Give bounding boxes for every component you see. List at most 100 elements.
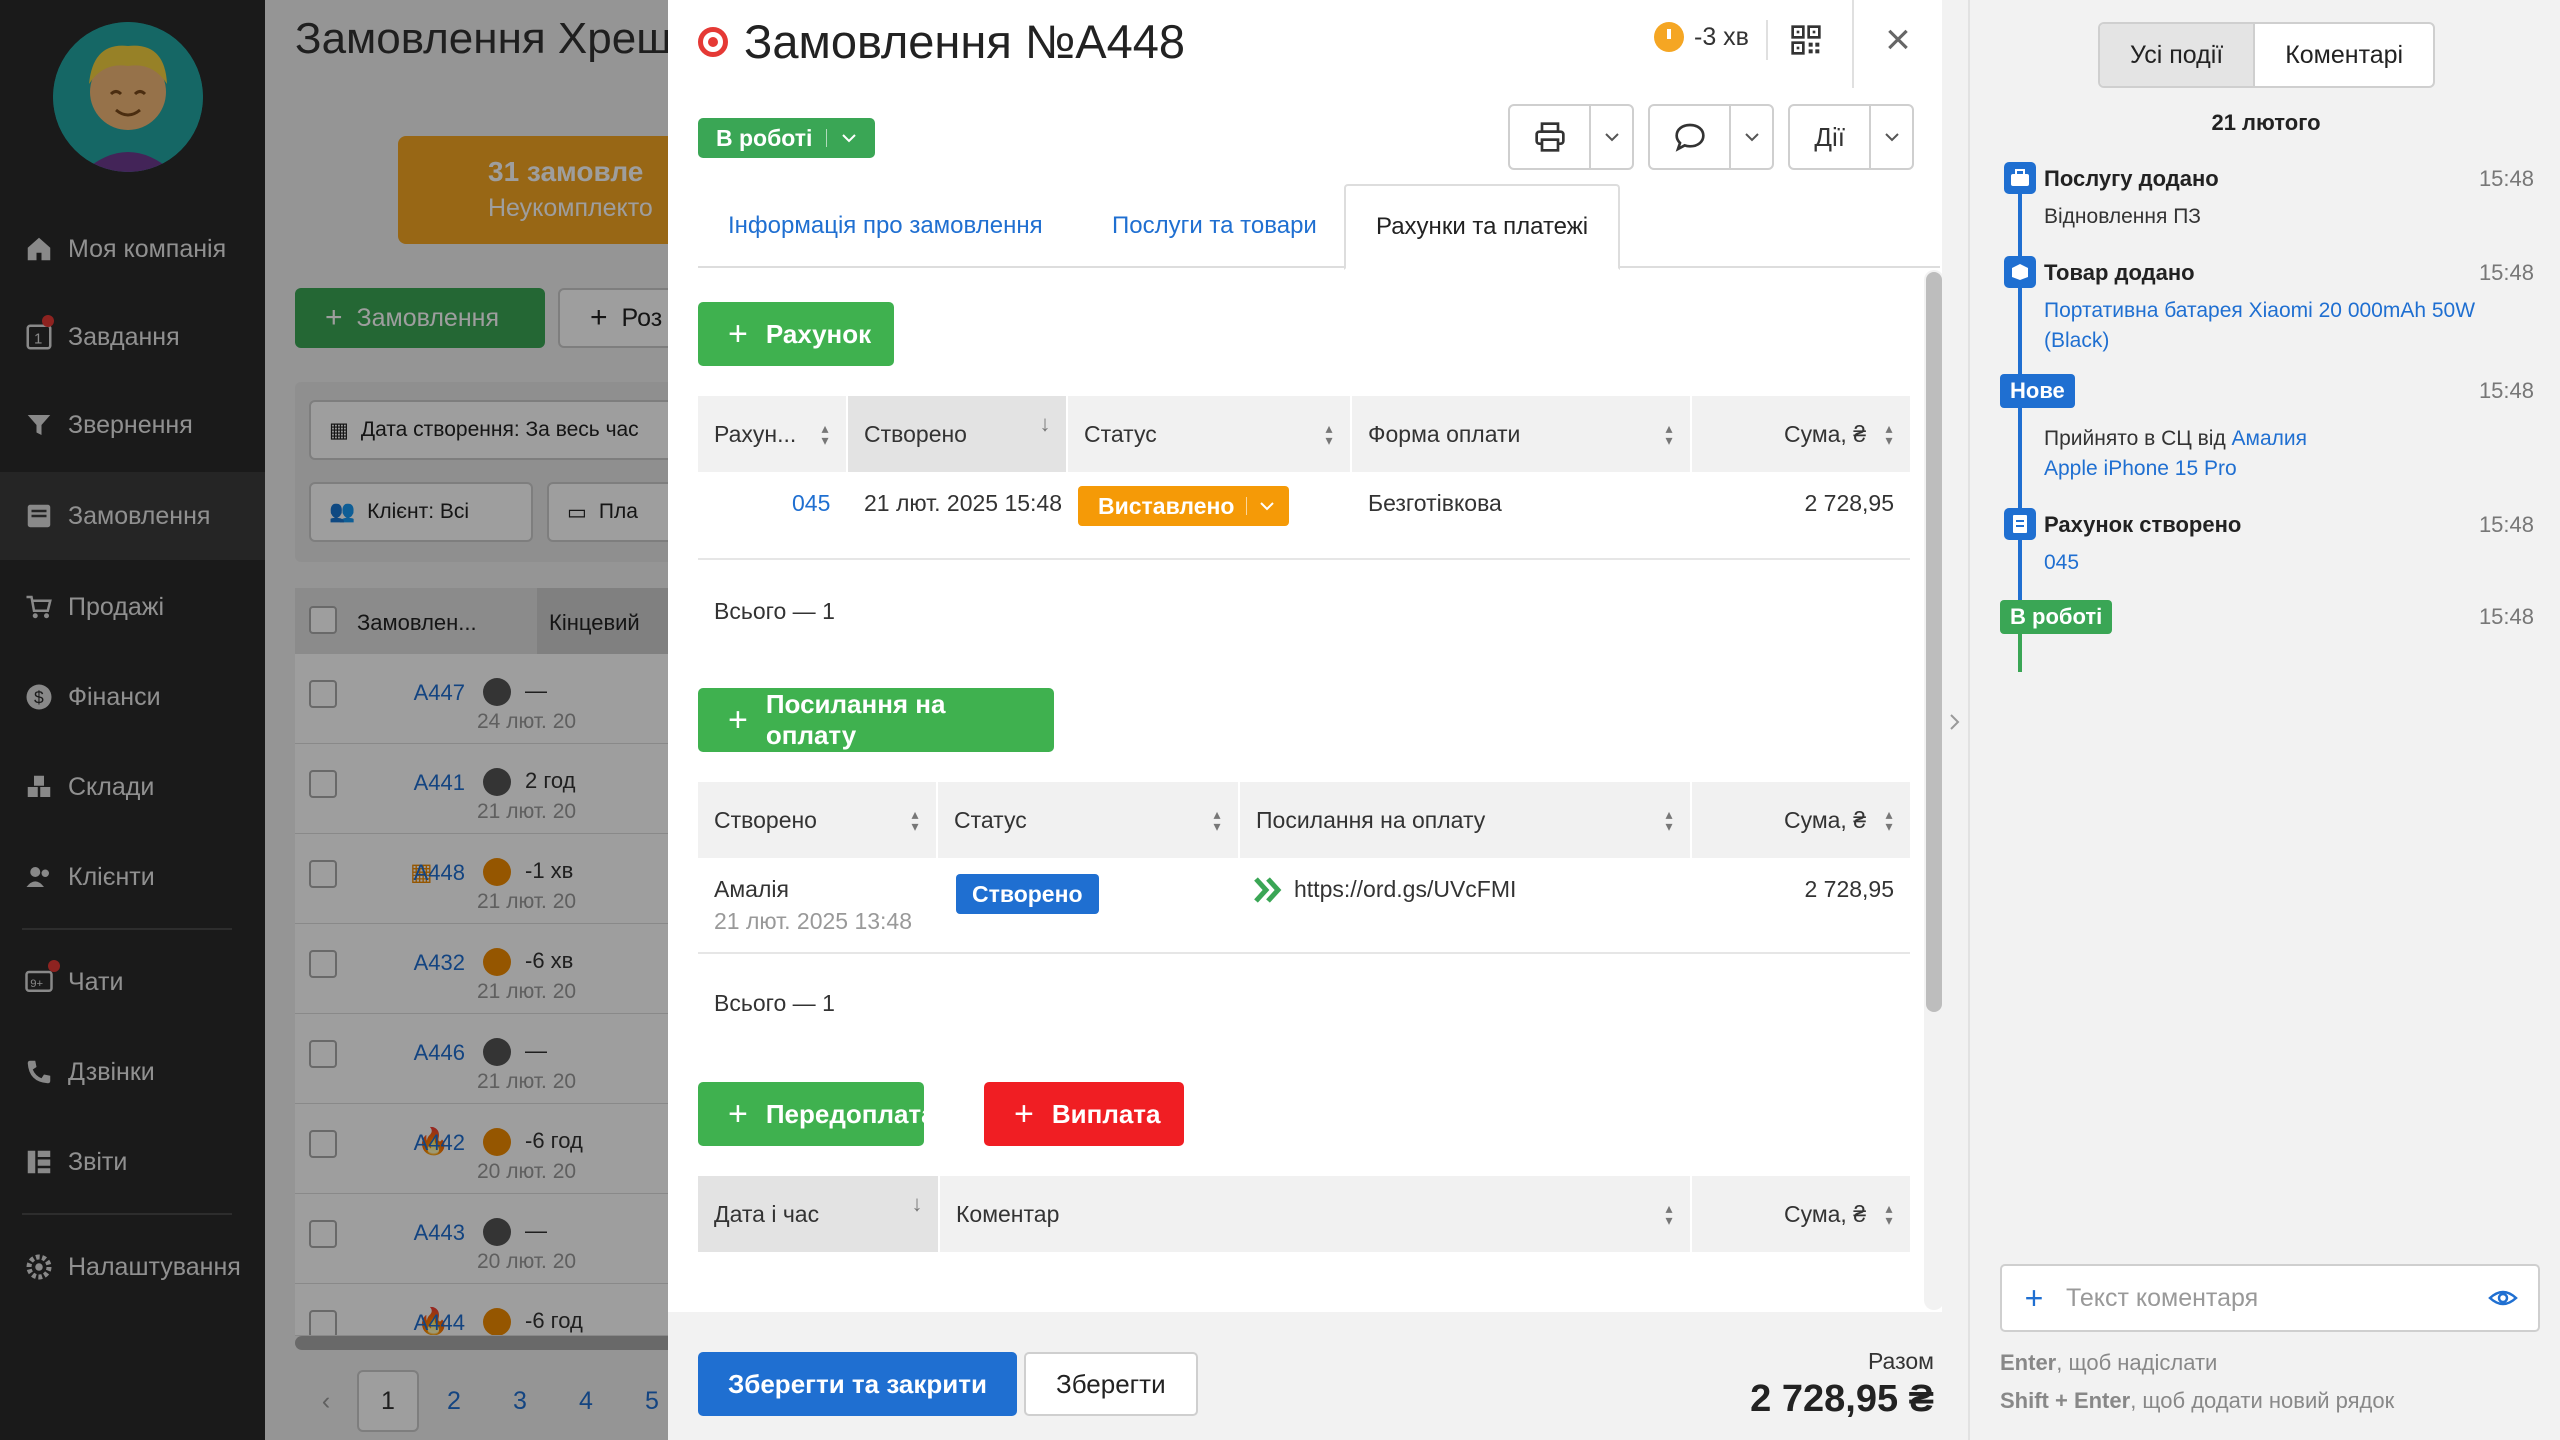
column-created[interactable]: Створено ↓ [848,396,1066,472]
invoice-created: 21 лют. 2025 15:48 [864,490,1063,516]
column-label: Посилання на оплату [1256,806,1486,833]
prepayment-button[interactable]: + Передоплата [698,1082,936,1146]
column-payment-link[interactable]: Посилання на оплату ▴ ▾ [1240,782,1690,858]
hint-key: Enter [2000,1350,2057,1375]
column-label: Створено [714,806,817,833]
add-payment-link-button[interactable]: + Посилання на оплату [698,688,1054,752]
tab-comments[interactable]: Коментарі [2255,24,2433,86]
plus-icon: + [1014,1094,1034,1133]
tabs: Інформація про замовлення Послуги та тов… [698,184,1940,270]
product-link[interactable]: Портативна батарея Xiaomi 20 000mAh 50W … [2044,296,2524,356]
payments-table: Дата і час ↓ Коментар ▴ ▾ Сума, ₴ ▴ ▾ [698,1176,1910,1256]
scrollbar-thumb[interactable] [1926,272,1942,1012]
send-hint: Enter, щоб надіслати [2000,1350,2217,1376]
total-label: Разом [1867,1348,1934,1374]
modal-title: Замовлення №A448 [744,15,1186,68]
hint-text: , щоб додати новий рядок [2130,1388,2395,1413]
modal-backdrop[interactable] [0,0,668,1440]
column-created[interactable]: Створено ▴ ▾ [698,782,936,858]
link-sum: 2 728,95 [1804,876,1894,902]
printer-icon [1510,106,1589,168]
hint-key: Shift + Enter [2000,1388,2131,1413]
invoice-payment-form: Безготівкова [1368,490,1502,516]
invoice-status-dropdown[interactable]: Виставлено [1078,486,1290,526]
column-label: Рахун... [714,420,797,447]
hint-text: , щоб надіслати [2056,1350,2218,1375]
event-time: 15:48 [2478,260,2534,285]
invoice-link[interactable]: 045 [2044,548,2524,578]
status-dropdown[interactable]: В роботі [698,118,876,158]
add-invoice-label: Рахунок [765,318,872,349]
box-icon [2004,256,2036,288]
tab-services-products[interactable]: Послуги та товари [1082,184,1347,268]
clock-icon [1654,22,1684,52]
newline-hint: Shift + Enter, щоб додати новий рядок [2000,1388,2394,1414]
column-label: Дата і час [714,1200,820,1227]
event-time: 15:48 [2478,378,2534,403]
column-comment[interactable]: Коментар ▴ ▾ [940,1176,1690,1252]
event-time: 15:48 [2478,604,2534,629]
event-time: 15:48 [2478,512,2534,537]
comment-box: + [2000,1264,2540,1332]
comment-input[interactable] [2066,1283,2486,1313]
device-link[interactable]: Apple iPhone 15 Pro [2044,457,2237,480]
column-datetime[interactable]: Дата і час ↓ [698,1176,938,1252]
divider [1766,20,1768,60]
payment-links-table: Створено ▴ ▾ Статус ▴ ▾ Посилання на оплат… [698,782,1910,958]
payment-link-url[interactable]: https://ord.gs/UVcFMI [1294,876,1516,903]
invoices-table: Рахун... ▴ ▾ Створено ↓ Статус ▴ ▾ Форма о… [698,396,1910,586]
column-status[interactable]: Статус ▴ ▾ [938,782,1238,858]
column-sum[interactable]: Сума, ₴ ▴ ▾ [1692,782,1910,858]
modal-footer: Зберегти та закрити Зберегти Разом 2 728… [668,1312,1968,1440]
add-invoice-button[interactable]: + Рахунок [698,302,894,366]
chevron-down-icon [1260,502,1275,511]
qr-code-icon[interactable] [1790,24,1822,56]
column-label: Коментар [956,1200,1060,1227]
divider [1852,0,1854,88]
message-button[interactable] [1648,104,1774,170]
timer: -3 хв [1654,22,1749,52]
invoice-number-link[interactable]: 045 [792,490,830,517]
plus-icon[interactable]: + [2002,1280,2066,1317]
event-text-prefix: Прийнято в СЦ від [2044,427,2226,450]
event-text: Відновлення ПЗ [2044,205,2201,228]
save-button[interactable]: Зберегти [1024,1352,1198,1416]
payout-label: Виплата [1051,1098,1161,1129]
row-divider [698,952,1910,954]
close-icon[interactable]: × [1878,18,1918,62]
actions-label: Дії [1814,121,1845,152]
client-link[interactable]: Амалия [2232,427,2307,450]
eye-icon[interactable] [2488,1286,2518,1310]
tab-order-info[interactable]: Інформація про замовлення [698,184,1073,268]
sort-icon: ▴ ▾ [1885,1200,1893,1228]
column-status[interactable]: Статус ▴ ▾ [1068,396,1350,472]
chevron-right-icon [1950,714,1960,730]
invoice-sum: 2 728,95 [1804,490,1894,516]
status-label: В роботі [716,124,813,151]
sort-icon: ▴ ▾ [1885,806,1893,834]
invoices-total: Всього — 1 [714,598,835,624]
link-status-badge: Створено [956,874,1099,914]
sort-icon: ▴ ▾ [911,806,919,834]
print-button[interactable] [1508,104,1634,170]
tab-all-events[interactable]: Усі події [2100,24,2256,86]
sort-icon: ▴ ▾ [1885,420,1893,448]
column-label: Форма оплати [1368,420,1521,447]
sort-icon: ▴ ▾ [1665,420,1673,448]
payment-links-total: Всього — 1 [714,990,835,1016]
save-and-close-button[interactable]: Зберегти та закрити [698,1352,1017,1416]
column-sum[interactable]: Сума, ₴ ▴ ▾ [1692,1176,1910,1252]
event-text: Прийнято в СЦ від Амалия Apple iPhone 15… [2044,424,2524,484]
column-sum[interactable]: Сума, ₴ ▴ ▾ [1692,396,1910,472]
panel-collapse-handle[interactable] [1942,0,1968,1440]
add-payment-link-label: Посилання на оплату [765,689,946,750]
sort-icon: ▴ ▾ [1325,420,1333,448]
payout-button[interactable]: + Виплата [984,1082,1184,1146]
column-label: Сума, ₴ [1783,806,1866,833]
column-payment-form[interactable]: Форма оплати ▴ ▾ [1352,396,1690,472]
actions-button[interactable]: Дії [1788,104,1914,170]
event-title: Товар додано [2044,260,2195,285]
event-time: 15:48 [2478,166,2534,191]
column-invoice[interactable]: Рахун... ▴ ▾ [698,396,846,472]
tab-invoices-payments[interactable]: Рахунки та платежі [1344,184,1621,270]
